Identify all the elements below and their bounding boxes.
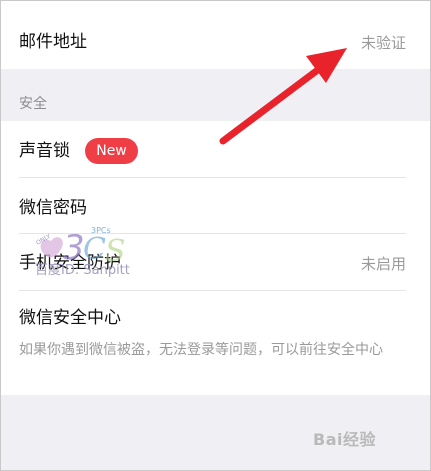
settings-screen: 邮件地址 未验证 安全 声音锁 微信密码 手机安全防护 未启用 微信安全中心 N…	[0, 0, 431, 471]
red-annotation-arrow-icon	[219, 48, 347, 145]
